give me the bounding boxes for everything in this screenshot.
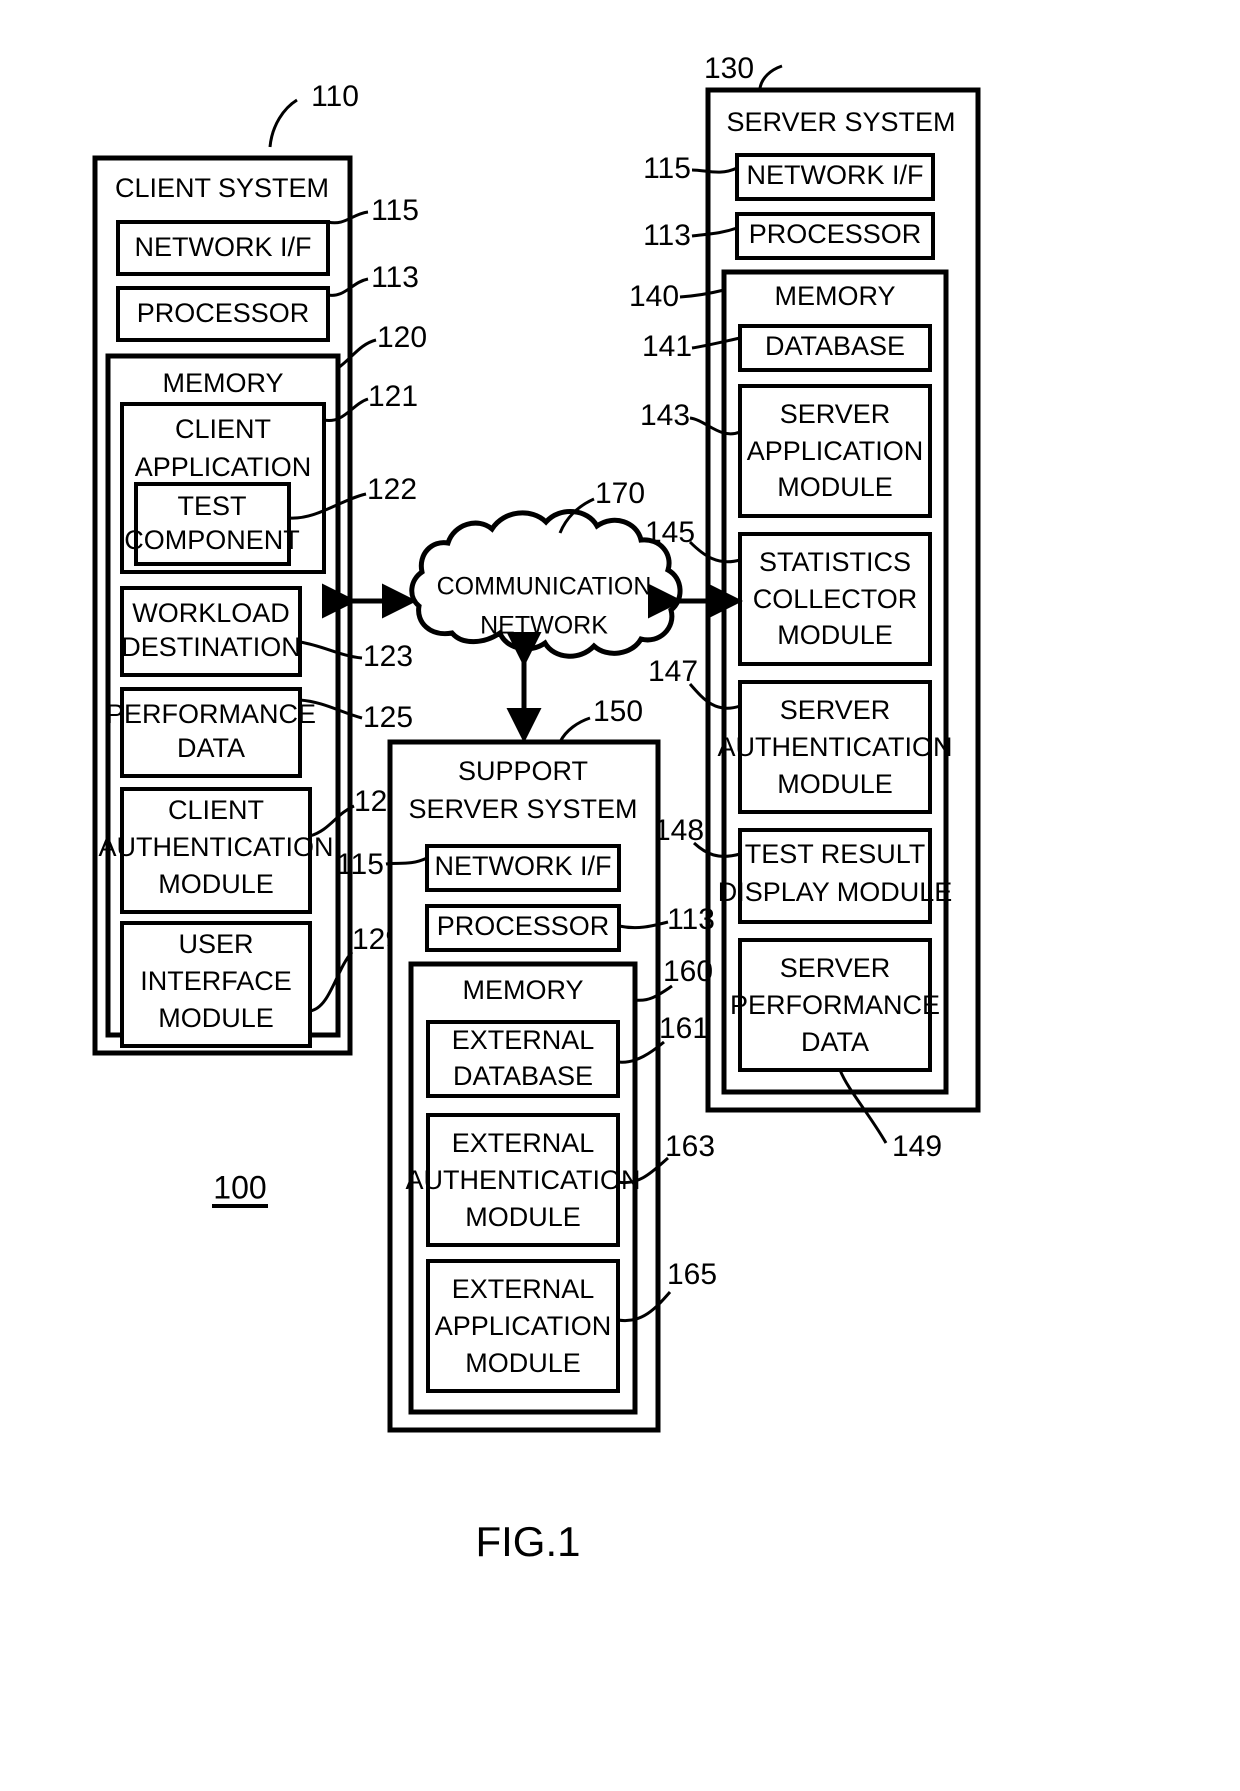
- test-component-line1: TEST: [177, 491, 246, 521]
- server-app-line3: MODULE: [777, 472, 893, 502]
- client-system-title: CLIENT SYSTEM: [115, 173, 329, 203]
- ref-110: 110: [311, 80, 359, 113]
- ref-122: 122: [367, 473, 417, 506]
- ref-115-support: 115: [336, 848, 384, 881]
- leader-110: [268, 98, 298, 148]
- stats-line1: STATISTICS: [759, 547, 911, 577]
- network-label-line1: COMMUNICATION: [437, 573, 652, 601]
- ref-113-server: 113: [643, 219, 691, 252]
- ref-125: 125: [363, 701, 413, 734]
- ext-db-line1: EXTERNAL: [452, 1025, 595, 1055]
- figure-svg: CLIENT SYSTEM NETWORK I/F PROCESSOR MEMO…: [92, 52, 981, 1565]
- client-auth-line3: MODULE: [158, 869, 274, 899]
- communication-network-group: COMMUNICATION NETWORK 170: [409, 477, 683, 659]
- figure-label: FIG.1: [475, 1518, 580, 1565]
- client-app-line2: APPLICATION: [135, 452, 312, 482]
- ref-148: 148: [654, 814, 704, 847]
- ext-auth-line3: MODULE: [465, 1202, 581, 1232]
- test-result-line1: TEST RESULT: [745, 839, 926, 869]
- client-perf-line1: PERFORMANCE: [106, 699, 316, 729]
- ext-auth-line2: AUTHENTICATION: [406, 1165, 641, 1195]
- ref-150: 150: [593, 695, 643, 728]
- server-auth-line1: SERVER: [780, 695, 891, 725]
- support-memory-label: MEMORY: [462, 975, 583, 1005]
- client-processor-label: PROCESSOR: [137, 298, 310, 328]
- ref-140: 140: [629, 280, 679, 313]
- ref-163: 163: [665, 1130, 715, 1163]
- support-server-title-line2: SERVER SYSTEM: [408, 794, 637, 824]
- ref-170: 170: [595, 477, 645, 510]
- ref-100: 100: [213, 1169, 266, 1205]
- client-auth-line1: CLIENT: [168, 795, 264, 825]
- stats-line2: COLLECTOR: [753, 584, 918, 614]
- system-reference-group: 100: [212, 1169, 268, 1208]
- server-app-line1: SERVER: [780, 399, 891, 429]
- ext-app-line3: MODULE: [465, 1348, 581, 1378]
- leader-130: [758, 64, 783, 89]
- server-network-if-label: NETWORK I/F: [747, 160, 924, 190]
- support-network-if-label: NETWORK I/F: [435, 851, 612, 881]
- workload-line1: WORKLOAD: [132, 598, 290, 628]
- ref-115-server: 115: [643, 152, 691, 185]
- ext-app-line2: APPLICATION: [435, 1311, 612, 1341]
- ref-165: 165: [667, 1258, 717, 1291]
- ref-113-client: 113: [371, 261, 419, 294]
- server-auth-line2: AUTHENTICATION: [718, 732, 953, 762]
- test-result-line2: DISPLAY MODULE: [718, 877, 953, 907]
- client-network-if-label: NETWORK I/F: [135, 232, 312, 262]
- ref-115-client: 115: [371, 194, 419, 227]
- server-system-title: SERVER SYSTEM: [726, 107, 955, 137]
- patent-figure-page: CLIENT SYSTEM NETWORK I/F PROCESSOR MEMO…: [0, 0, 1240, 1791]
- ref-143: 143: [640, 399, 690, 432]
- test-component-line2: COMPONENT: [124, 525, 300, 555]
- stats-line3: MODULE: [777, 620, 893, 650]
- server-database-label: DATABASE: [765, 331, 905, 361]
- server-system-group: SERVER SYSTEM NETWORK I/F PROCESSOR MEMO…: [705, 87, 981, 1113]
- server-processor-label: PROCESSOR: [749, 219, 922, 249]
- support-server-system-group: SUPPORT SERVER SYSTEM NETWORK I/F PROCES…: [387, 739, 661, 1433]
- ext-app-line1: EXTERNAL: [452, 1274, 595, 1304]
- ref-149: 149: [892, 1130, 942, 1163]
- server-memory-label: MEMORY: [774, 281, 895, 311]
- client-ui-line2: INTERFACE: [140, 966, 292, 996]
- ref-160: 160: [663, 955, 713, 988]
- ref-141: 141: [642, 330, 692, 363]
- client-ui-line3: MODULE: [158, 1003, 274, 1033]
- support-processor-label: PROCESSOR: [437, 911, 610, 941]
- server-perf-line2: PERFORMANCE: [730, 990, 940, 1020]
- support-server-title-line1: SUPPORT: [458, 756, 588, 786]
- server-app-line2: APPLICATION: [747, 436, 924, 466]
- ext-db-line2: DATABASE: [453, 1061, 593, 1091]
- network-label-line2: NETWORK: [480, 612, 608, 640]
- client-ui-line1: USER: [178, 929, 253, 959]
- server-perf-line3: DATA: [801, 1027, 869, 1057]
- client-system-group: CLIENT SYSTEM NETWORK I/F PROCESSOR MEMO…: [92, 155, 353, 1056]
- client-perf-line2: DATA: [177, 733, 245, 763]
- client-memory-label: MEMORY: [162, 368, 283, 398]
- client-app-line1: CLIENT: [175, 414, 271, 444]
- server-auth-line3: MODULE: [777, 769, 893, 799]
- workload-line2: DESTINATION: [121, 632, 301, 662]
- ref-123: 123: [363, 640, 413, 673]
- ext-auth-line1: EXTERNAL: [452, 1128, 595, 1158]
- ref-147: 147: [648, 655, 698, 688]
- ref-130: 130: [704, 52, 754, 85]
- ref-161: 161: [659, 1012, 709, 1045]
- ref-113-support: 113: [667, 903, 715, 936]
- server-perf-line1: SERVER: [780, 953, 891, 983]
- leader-150: [558, 716, 591, 743]
- ref-120-client: 120: [377, 321, 427, 354]
- ref-121: 121: [368, 380, 418, 413]
- client-auth-line2: AUTHENTICATION: [99, 832, 334, 862]
